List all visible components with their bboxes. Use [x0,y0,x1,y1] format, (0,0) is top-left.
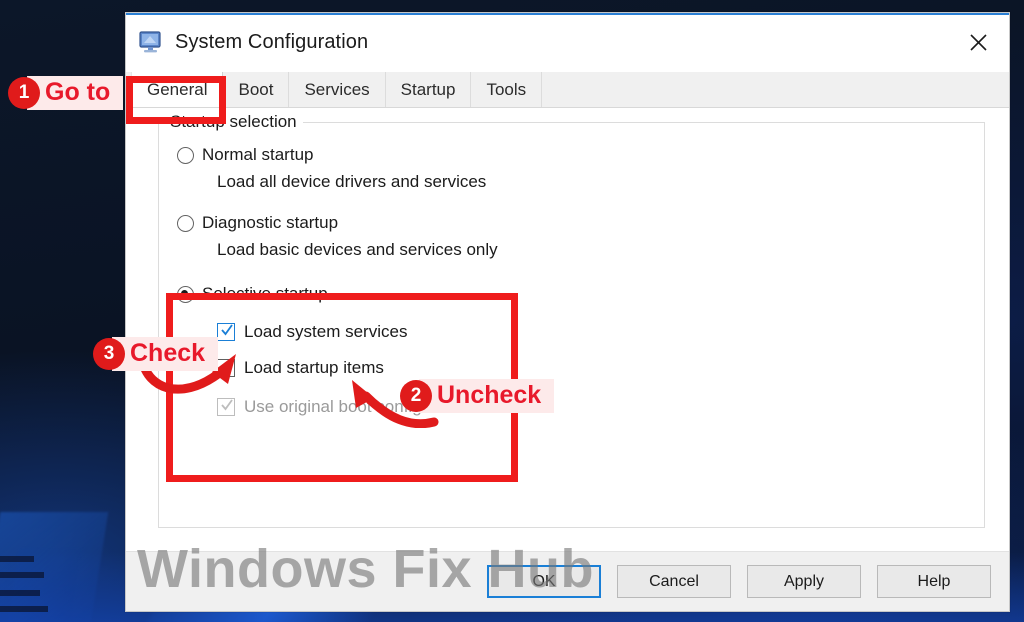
dialog-button-bar: OK Cancel Apply Help [126,551,1009,611]
ok-button[interactable]: OK [487,565,601,598]
tab-label: Boot [238,79,274,99]
annotation-label: Go to [27,76,124,110]
tab-services[interactable]: Services [289,72,386,107]
tab-tools[interactable]: Tools [471,72,543,107]
tab-label: Startup [400,79,456,99]
checkbox-load-system-services[interactable]: Load system services [217,322,984,342]
radio-circle-icon [177,146,194,164]
close-button[interactable] [947,13,1009,71]
checkbox-use-original-boot-configuration: Use original boot configuration [217,397,984,417]
checkbox-checked-icon [217,323,235,341]
tab-boot[interactable]: Boot [223,72,290,107]
wallpaper-ridge [0,556,34,562]
normal-startup-description: Load all device drivers and services [217,172,487,191]
title-accent-line [126,13,1009,15]
checkbox-checked-disabled-icon [217,398,235,416]
checkbox-load-startup-items[interactable]: Load startup items [217,358,984,378]
window-title: System Configuration [175,31,369,53]
radio-circle-icon [177,214,194,232]
radio-label: Normal startup [202,145,314,164]
system-configuration-icon [138,30,164,55]
tab-label: Services [304,79,370,99]
tab-content-general: Startup selection Normal startup Load al… [126,108,1009,551]
help-button[interactable]: Help [877,565,991,598]
tab-startup[interactable]: Startup [385,72,472,107]
checkbox-unchecked-icon [217,359,235,377]
annotation-badge-number: 3 [93,338,125,370]
checkbox-label: Load system services [244,322,408,341]
annotation-callout-2: 2 Uncheck [400,379,555,413]
cancel-button[interactable]: Cancel [617,565,731,598]
radio-normal-startup[interactable]: Normal startup [177,145,984,165]
annotation-label: Check [112,337,219,371]
annotation-badge-number: 2 [400,380,432,412]
startup-selection-group: Startup selection Normal startup Load al… [158,112,985,528]
tab-label: General [147,79,208,99]
button-label: Cancel [649,572,699,590]
radio-label: Diagnostic startup [202,213,339,232]
radio-diagnostic-startup[interactable]: Diagnostic startup [177,213,984,233]
annotation-callout-3: 3 Check [93,337,219,371]
button-label: OK [532,572,556,590]
diagnostic-startup-description: Load basic devices and services only [217,240,498,259]
wallpaper-ridge [0,572,44,578]
wallpaper-ridge [0,590,40,596]
wallpaper-ridge [0,606,48,612]
annotation-callout-1: 1 Go to [8,76,124,110]
tab-strip: General Boot Services Startup Tools [126,72,1009,108]
annotation-label: Uncheck [419,379,555,413]
tab-general[interactable]: General [131,72,224,107]
tab-label: Tools [486,79,527,99]
button-label: Apply [783,572,825,590]
radio-circle-selected-icon [177,285,194,303]
checkbox-label: Load startup items [244,358,384,377]
radio-selective-startup[interactable]: Selective startup [177,284,984,304]
annotation-badge-number: 1 [8,77,40,109]
desktop-background: System Configuration General Boot Servic… [0,0,1024,622]
radio-label: Selective startup [202,284,328,303]
system-configuration-dialog: System Configuration General Boot Servic… [125,12,1010,612]
button-label: Help [917,572,951,590]
group-legend: Startup selection [167,112,303,132]
title-bar: System Configuration [126,13,1009,72]
apply-button[interactable]: Apply [747,565,861,598]
